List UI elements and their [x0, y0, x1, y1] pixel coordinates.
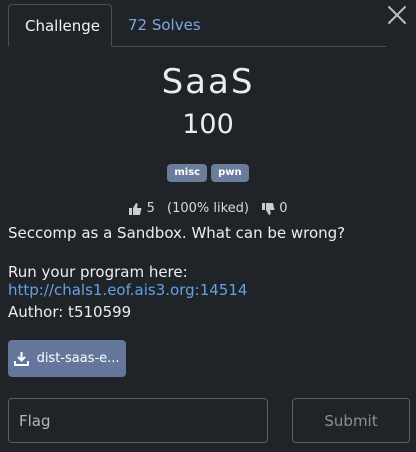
- flag-input[interactable]: [8, 398, 268, 443]
- tag-misc: misc: [167, 164, 208, 182]
- tag-pwn: pwn: [211, 164, 249, 182]
- dislike-count: 0: [279, 201, 288, 216]
- close-icon[interactable]: [386, 4, 408, 26]
- tab-solves[interactable]: 72 Solves: [112, 4, 217, 46]
- run-prefix: Run your program here:: [8, 263, 188, 281]
- thumbs-down-icon: [262, 202, 275, 215]
- server-link[interactable]: http://chals1.eof.ais3.org:14514: [8, 281, 247, 299]
- download-icon: [14, 352, 30, 366]
- tag-list: misc pwn: [0, 164, 416, 182]
- challenge-points: 100: [182, 109, 234, 140]
- author-text: Author: t510599: [8, 303, 132, 321]
- vote-summary: 5 (100% liked) 0: [0, 201, 416, 216]
- like-percent: (100% liked): [167, 201, 249, 216]
- description-text: Seccomp as a Sandbox. What can be wrong?: [8, 224, 346, 242]
- download-file-button[interactable]: dist-saas-e...: [8, 340, 126, 377]
- like-count: 5: [146, 201, 155, 216]
- download-file-label: dist-saas-e...: [36, 351, 120, 366]
- tab-challenge[interactable]: Challenge: [8, 4, 112, 47]
- tab-bar: Challenge 72 Solves: [8, 4, 386, 47]
- thumbs-up-icon: [129, 202, 142, 215]
- run-instructions: Run your program here: http://chals1.eof…: [8, 263, 416, 299]
- challenge-title: SaaS: [161, 62, 255, 102]
- submit-button[interactable]: Submit: [292, 398, 410, 443]
